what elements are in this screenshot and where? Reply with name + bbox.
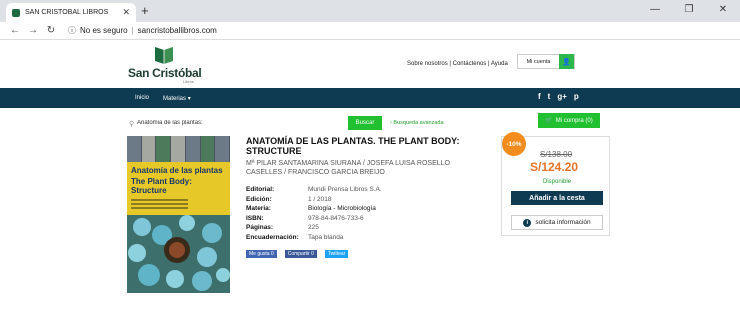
user-icon: 👤 bbox=[559, 54, 574, 69]
attr-value-subject-link[interactable]: Biología - Microbiología bbox=[308, 205, 376, 212]
cover-title-es: Anatomía de las plantas bbox=[131, 166, 223, 175]
forward-icon[interactable]: → bbox=[24, 25, 42, 36]
attr-row: Encuadernación: Tapa blanda bbox=[246, 233, 476, 243]
advanced-search-link[interactable]: › Busqueda avanzada bbox=[390, 120, 444, 126]
cart-button[interactable]: 🛒 Mi compra (0) bbox=[538, 113, 600, 128]
discount-badge: -10% bbox=[502, 132, 526, 156]
attr-value: Mundi Prensa Libros S.A. bbox=[308, 186, 382, 194]
window-controls: — ❐ ✕ bbox=[638, 0, 740, 20]
attr-key: Materia: bbox=[246, 205, 271, 213]
close-window-icon[interactable]: ✕ bbox=[706, 0, 740, 20]
search-icon: ⚲ bbox=[129, 121, 135, 128]
request-info-button[interactable]: i solicita información bbox=[511, 215, 603, 230]
twitter-icon[interactable]: t bbox=[548, 92, 551, 101]
browser-tabstrip: SAN CRISTOBAL LIBROS ✕ + — ❐ ✕ bbox=[0, 0, 740, 22]
availability-status: Disponible bbox=[543, 179, 572, 185]
cart-label: Mi compra (0) bbox=[555, 117, 593, 124]
account-button[interactable]: Mi cuenta 👤 bbox=[517, 54, 575, 69]
product-info: ANATOMÍA DE LAS PLANTAS. THE PLANT BODY:… bbox=[246, 136, 476, 258]
link-about[interactable]: Sobre nosotros bbox=[407, 61, 448, 67]
attr-row: Materia: Biología - Microbiología bbox=[246, 204, 476, 214]
attr-key: Edición: bbox=[246, 195, 272, 203]
attr-key: Páginas: bbox=[246, 224, 274, 232]
brand-name: San Cristóbal bbox=[128, 66, 202, 80]
attr-value: Tapa blanda bbox=[308, 233, 344, 241]
attr-key: ISBN: bbox=[246, 214, 264, 222]
attr-value: 978-84-8476-733-6 bbox=[308, 214, 364, 222]
nav-subjects[interactable]: Materias ▾ bbox=[163, 95, 191, 102]
share-buttons: Me gusta 0 Compartir 0 Twittear bbox=[246, 250, 476, 258]
site-header: San Cristóbal Libros Sobre nosotros | Co… bbox=[0, 40, 740, 88]
top-links: Sobre nosotros | Contáctenos | Ayuda bbox=[407, 61, 508, 67]
cover-photo-strip bbox=[127, 136, 230, 162]
info-icon[interactable]: ⓘ bbox=[68, 25, 76, 36]
twitter-tweet-button[interactable]: Twittear bbox=[324, 250, 349, 258]
book-cover-image[interactable]: Anatomía de las plantas The Plant Body: … bbox=[127, 136, 230, 293]
attr-value: 1 / 2018 bbox=[308, 195, 332, 203]
add-to-cart-button[interactable]: Añadir a la cesta bbox=[511, 191, 603, 205]
facebook-share-button[interactable]: Compartir 0 bbox=[284, 250, 317, 258]
url-text[interactable]: sancristoballibros.com bbox=[138, 26, 217, 35]
cart-icon: 🛒 bbox=[545, 118, 553, 124]
product-section: Anatomía de las plantas The Plant Body: … bbox=[0, 132, 740, 293]
nav-home[interactable]: Inicio bbox=[135, 95, 149, 101]
request-info-label: solicita información bbox=[535, 219, 591, 226]
favicon-icon bbox=[12, 8, 20, 17]
cover-title-en: The Plant Body: Structure bbox=[131, 177, 192, 195]
attr-row: Edición: 1 / 2018 bbox=[246, 195, 476, 205]
link-help[interactable]: Ayuda bbox=[491, 61, 508, 67]
site-logo[interactable]: San Cristóbal Libros bbox=[128, 46, 208, 84]
current-price: S/124.20 bbox=[530, 160, 579, 174]
tab-title: SAN CRISTOBAL LIBROS bbox=[25, 9, 109, 16]
attr-key: Encuadernación: bbox=[246, 233, 299, 241]
browser-tab[interactable]: SAN CRISTOBAL LIBROS ✕ bbox=[6, 3, 136, 22]
search-button[interactable]: Buscar bbox=[348, 116, 382, 130]
search-row: ⚲ Buscar › Busqueda avanzada 🛒 Mi compra… bbox=[0, 108, 740, 136]
restore-icon[interactable]: ❐ bbox=[672, 0, 706, 20]
facebook-like-button[interactable]: Me gusta 0 bbox=[246, 250, 277, 258]
attr-row: ISBN: 978-84-8476-733-6 bbox=[246, 214, 476, 224]
cover-title-panel: Anatomía de las plantas The Plant Body: … bbox=[127, 162, 230, 215]
pinterest-icon[interactable]: p bbox=[574, 92, 579, 101]
account-label: Mi cuenta bbox=[526, 58, 551, 65]
back-icon[interactable]: ← bbox=[6, 25, 24, 36]
reload-icon[interactable]: ↻ bbox=[42, 25, 60, 36]
info-circle-icon: i bbox=[523, 218, 532, 227]
facebook-icon[interactable]: f bbox=[538, 92, 541, 101]
book-icon bbox=[155, 47, 173, 64]
product-authors: Mª PILAR SANTAMARINA SIURANA / JOSEFA LU… bbox=[246, 160, 450, 176]
address-separator: | bbox=[131, 26, 134, 35]
cover-authors-lines bbox=[131, 199, 226, 209]
cover-micrograph bbox=[127, 215, 230, 293]
social-links: f t g+ p bbox=[538, 92, 579, 101]
old-price: S/138.00 bbox=[540, 150, 573, 159]
main-navbar: Inicio Materias ▾ f t g+ p bbox=[0, 88, 740, 108]
link-contact[interactable]: Contáctenos bbox=[453, 61, 487, 67]
address-bar: ← → ↻ ⓘ No es seguro | sancristoballibro… bbox=[0, 22, 740, 40]
attr-key: Editorial: bbox=[246, 186, 275, 194]
minimize-icon[interactable]: — bbox=[638, 0, 672, 20]
google-plus-icon[interactable]: g+ bbox=[557, 92, 567, 101]
new-tab-icon[interactable]: + bbox=[141, 3, 149, 18]
product-title: ANATOMÍA DE LAS PLANTAS. THE PLANT BODY:… bbox=[246, 136, 460, 156]
product-attributes: Editorial: Mundi Prensa Libros S.A. Edici… bbox=[246, 185, 476, 242]
attr-row: Páginas: 225 bbox=[246, 223, 476, 233]
attr-row: Editorial: Mundi Prensa Libros S.A. bbox=[246, 185, 476, 195]
attr-value: 225 bbox=[308, 224, 319, 232]
close-tab-icon[interactable]: ✕ bbox=[122, 7, 130, 18]
insecure-label: No es seguro bbox=[80, 26, 128, 35]
search-input[interactable] bbox=[137, 117, 337, 129]
brand-subtitle: Libros bbox=[183, 79, 194, 84]
